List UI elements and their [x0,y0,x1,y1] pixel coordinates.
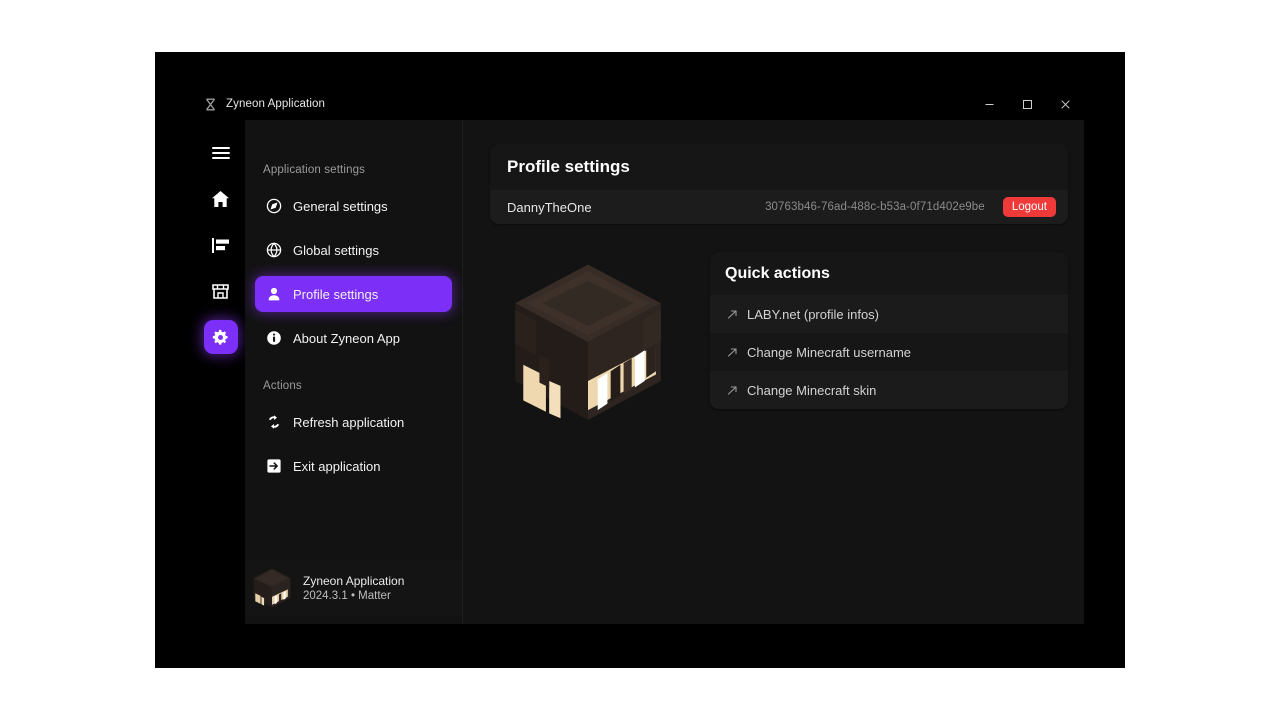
logout-button[interactable]: Logout [1002,197,1056,217]
maximize-icon[interactable] [1008,88,1046,120]
quick-action-label: LABY.net (profile infos) [747,306,879,322]
globe-icon [265,242,282,259]
footer-version: 2024.3.1 • Matter [303,590,391,602]
exit-icon [265,458,282,475]
profile-username: DannyTheOne [507,199,592,215]
content-area: Profile settings DannyTheOne 30763b46-76… [463,120,1084,624]
profile-detail-row: Quick actions LABY.net (profile infos) C… [490,252,1068,436]
screen: Zyneon Application Application settings … [0,0,1280,720]
sidebar-item-refresh-application[interactable]: Refresh application [255,404,452,440]
quick-action-change-skin[interactable]: Change Minecraft skin [710,371,1068,409]
home-icon[interactable] [204,182,238,216]
minecraft-skin-head-preview [515,264,661,420]
person-icon [265,286,282,303]
nav-section-actions: Actions [263,380,302,392]
sidebar-item-label: About Zyneon App [293,330,400,346]
arrow-up-right-icon [727,309,738,320]
hamburger-menu-icon[interactable] [204,136,238,170]
window-title: Zyneon Application [226,98,325,110]
quick-actions-card: Quick actions LABY.net (profile infos) C… [710,252,1068,409]
sidebar-item-global-settings[interactable]: Global settings [255,232,452,268]
info-circle-icon [265,330,282,347]
minecraft-head-icon [250,566,294,610]
quick-actions-title: Quick actions [725,265,830,282]
store-icon[interactable] [204,274,238,308]
footer-text: Zyneon Application 2024.3.1 • Matter [303,574,404,602]
footer-app-name: Zyneon Application [303,574,405,588]
minimize-icon[interactable] [970,88,1008,120]
compass-icon [265,198,282,215]
app-window: Zyneon Application Application settings … [196,88,1084,624]
news-list-icon[interactable] [204,228,238,262]
zyneon-logo-icon [203,97,217,111]
arrow-up-right-icon [727,385,738,396]
refresh-icon [265,414,282,431]
arrow-up-right-icon [727,347,738,358]
sidebar-item-general-settings[interactable]: General settings [255,188,452,224]
quick-action-laby-net[interactable]: LABY.net (profile infos) [710,295,1068,333]
quick-action-label: Change Minecraft username [747,344,912,360]
quick-action-change-username[interactable]: Change Minecraft username [710,333,1068,371]
icon-rail [196,120,245,624]
sidebar-item-label: Exit application [293,458,381,474]
sidebar-item-label: General settings [293,198,388,214]
nav-section-application: Application settings [263,164,366,176]
profile-uuid: 30763b46-76ad-488c-b53a-0f71d402e9be [765,201,985,213]
quick-action-label: Change Minecraft skin [747,382,877,398]
sidebar-item-label: Profile settings [293,286,379,302]
app-footer[interactable]: Zyneon Application 2024.3.1 • Matter [245,560,462,616]
close-icon[interactable] [1046,88,1084,120]
sidebar-item-about-zyneon-app[interactable]: About Zyneon App [255,320,452,356]
sidebar-item-profile-settings[interactable]: Profile settings [255,276,452,312]
profile-settings-card: Profile settings DannyTheOne 30763b46-76… [490,144,1068,224]
sidebar-item-label: Global settings [293,242,379,258]
sidebar-item-exit-application[interactable]: Exit application [255,448,452,484]
settings-nav-panel: Application settings General settings Gl… [245,120,463,624]
skin-preview[interactable] [490,252,686,436]
page-title: Profile settings [507,157,630,176]
window-body: Application settings General settings Gl… [196,120,1084,624]
gear-icon[interactable] [203,320,238,354]
profile-row: DannyTheOne 30763b46-76ad-488c-b53a-0f71… [490,190,1068,224]
sidebar-item-label: Refresh application [293,414,405,430]
title-bar: Zyneon Application [196,88,1084,120]
